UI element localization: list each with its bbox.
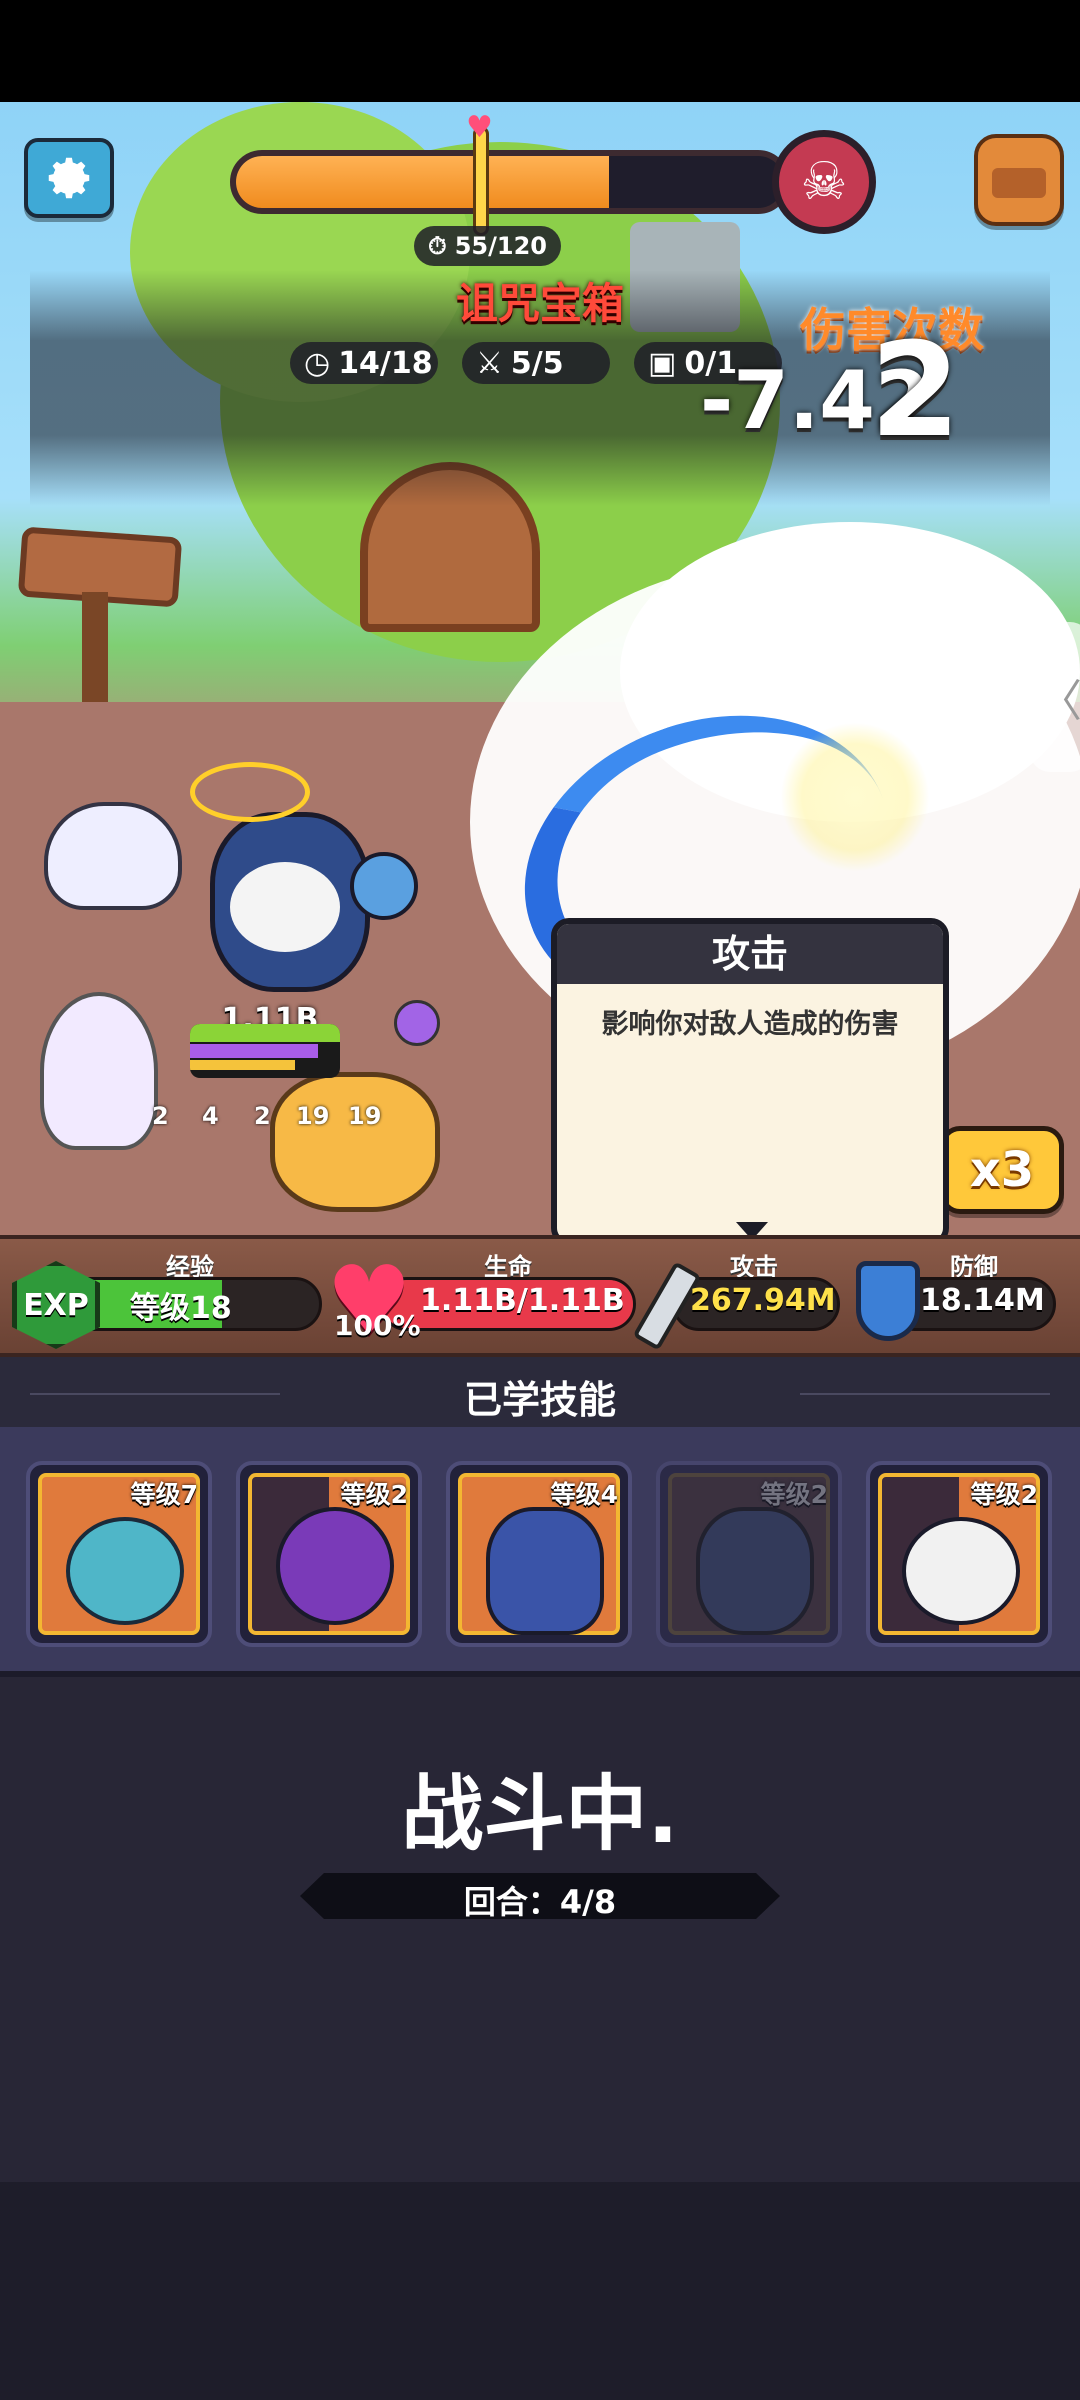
round-text: 回合：4/8 — [463, 1883, 617, 1921]
boss-progress-fill — [236, 156, 609, 208]
fan-weapon-icon — [350, 852, 418, 920]
skill-slot-3[interactable]: 等级4 — [446, 1461, 632, 1647]
boss-progress-bar — [230, 150, 790, 214]
minion-count-2: 4 — [202, 1102, 219, 1130]
skill-slot-1[interactable]: 等级7 — [26, 1461, 212, 1647]
gold-stars-icon — [190, 762, 310, 822]
minion-count-3: 2 — [254, 1102, 271, 1130]
skill-level: 等级7 — [130, 1480, 198, 1509]
progress-marker-heart-icon: ♥ — [466, 110, 493, 145]
battle-scene: 〈 1.11B 2 4 2 19 19 ♥ ☠ ⏱ 55/120 诅咒宝箱 ◷ … — [0, 102, 1080, 1235]
skill-slot-5[interactable]: 等级2 — [866, 1461, 1052, 1647]
skill-level: 等级2 — [340, 1480, 408, 1509]
boss-skull-icon: ☠ — [772, 130, 876, 234]
skill-level: 等级2 — [970, 1480, 1038, 1509]
skills-header: 已学技能 — [0, 1357, 1080, 1427]
battle-status-area: 战斗中. 回合：4/8 — [0, 1677, 1080, 2400]
top-bar — [0, 0, 1080, 102]
hp-percent: 100% — [334, 1309, 421, 1342]
exp-badge-icon: EXP — [12, 1261, 100, 1349]
hp-value: 1.11B/1.11B — [420, 1283, 625, 1318]
bird-warrior-icon — [696, 1507, 814, 1635]
skill-level: 等级4 — [550, 1480, 618, 1509]
panda-chef-icon — [902, 1517, 1020, 1625]
tiger-mount — [270, 1072, 440, 1212]
event-title: 诅咒宝箱 — [455, 279, 624, 328]
troll-icon — [66, 1517, 184, 1625]
chest-icon: ▣ — [648, 345, 677, 381]
side-panel-toggle[interactable]: 〈 — [1030, 622, 1080, 772]
level-text: 等级18 — [130, 1291, 232, 1326]
hero-health-bar — [190, 1024, 340, 1078]
stats-panel: 经验 等级18 EXP 生命 ♥ 100% 1.11B/1.11B 攻击 267… — [0, 1235, 1080, 1357]
magic-orb-icon — [394, 1000, 440, 1046]
gear-icon — [48, 157, 90, 199]
battle-counter: ⚔ 5/5 — [462, 342, 610, 384]
speed-x3-button[interactable]: x3 — [940, 1126, 1064, 1214]
ice-princess-pet — [40, 992, 158, 1150]
skills-row: 等级7 等级2 等级4 等级2 等级2 — [0, 1427, 1080, 1677]
tooltip-title: 攻击 — [557, 924, 943, 984]
crossed-swords-icon: ⚔ — [476, 345, 503, 381]
skill-level: 等级2 — [760, 1480, 828, 1509]
attack-value: 267.94M — [690, 1283, 836, 1318]
hit-count-number: 2 — [870, 314, 961, 466]
stage-timer-value: 55/120 — [454, 232, 547, 260]
pharaoh-skull-icon — [486, 1507, 604, 1635]
backpack-icon — [992, 168, 1046, 198]
stopwatch-icon: ⏱ — [428, 232, 447, 260]
exp-badge-text: EXP — [23, 1287, 89, 1323]
enemy-slime — [44, 802, 182, 910]
shield-icon — [856, 1261, 920, 1341]
settings-button[interactable] — [24, 138, 114, 218]
skills-title: 已学技能 — [463, 1378, 616, 1422]
speed-label: x3 — [969, 1142, 1035, 1198]
minion-count-4: 19 — [296, 1102, 330, 1130]
defense-value: 18.14M — [920, 1283, 1045, 1318]
eye-monster-icon — [276, 1507, 394, 1625]
tooltip-description: 影响你对敌人造成的伤害 — [601, 1009, 899, 1040]
attack-tooltip: 攻击 影响你对敌人造成的伤害 — [551, 918, 949, 1235]
skill-slot-2[interactable]: 等级2 — [236, 1461, 422, 1647]
battle-status-text: 战斗中. — [401, 1767, 679, 1862]
minion-count-5: 19 — [348, 1102, 382, 1130]
tooltip-pointer — [736, 1222, 768, 1235]
clock-icon: ◷ — [304, 345, 331, 381]
skill-slot-4[interactable]: 等级2 — [656, 1461, 842, 1647]
backpack-button[interactable] — [974, 134, 1064, 226]
stage-timer: ⏱ 55/120 — [414, 226, 561, 266]
sparkle-icon — [780, 722, 930, 872]
minion-count-1: 2 — [152, 1102, 169, 1130]
time-counter: ◷ 14/18 — [290, 342, 438, 384]
